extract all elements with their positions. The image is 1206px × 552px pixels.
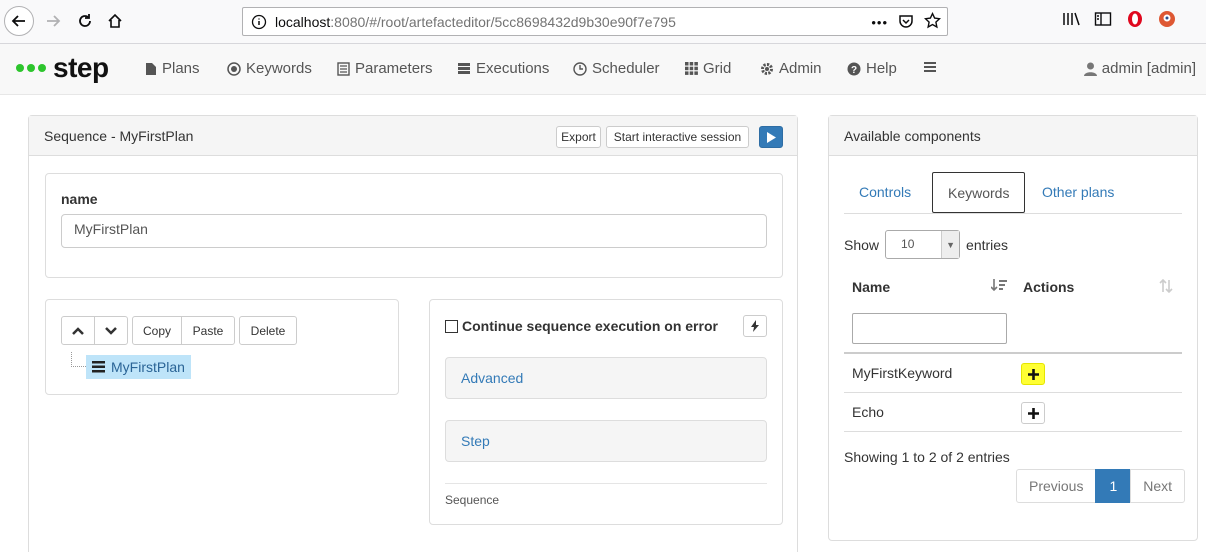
sort-both-icon[interactable] (1159, 278, 1173, 296)
forward-button[interactable] (38, 6, 68, 36)
dynamic-toggle-button[interactable] (743, 315, 767, 337)
name-section: name MyFirstPlan (45, 173, 783, 278)
chevron-up-icon (72, 326, 84, 335)
node-properties: Continue sequence execution on error Adv… (429, 299, 783, 525)
grid-icon (685, 62, 698, 75)
available-components-panel: Available components Controls Keywords O… (828, 115, 1198, 541)
record-icon (227, 61, 241, 76)
nav-parameters[interactable]: Parameters (337, 60, 433, 77)
previous-page-button[interactable]: Previous (1016, 469, 1097, 503)
step-logo[interactable]: step (16, 52, 109, 84)
plus-icon (1027, 407, 1039, 419)
question-sign-icon: ? (847, 62, 861, 76)
components-tabs: Controls Keywords Other plans (844, 172, 1182, 214)
paste-button[interactable]: Paste (181, 316, 235, 345)
menu-hamburger-icon[interactable] (923, 60, 937, 74)
library-icon[interactable] (1062, 11, 1080, 30)
keyword-name: Echo (852, 404, 884, 420)
tab-controls[interactable]: Controls (844, 172, 926, 214)
user-menu[interactable]: admin [admin] (1083, 60, 1196, 77)
table-row: Echo (844, 393, 1182, 432)
back-arrow-icon (11, 15, 25, 27)
move-down-button[interactable] (94, 316, 128, 345)
user-icon (1083, 62, 1097, 76)
flash-icon (751, 320, 759, 332)
list-alt-icon (337, 61, 350, 76)
export-button[interactable]: Export (556, 126, 601, 148)
start-interactive-session-button[interactable]: Start interactive session (606, 126, 749, 148)
table-row: MyFirstKeyword (844, 354, 1182, 393)
move-up-button[interactable] (61, 316, 95, 345)
components-title: Available components (829, 116, 1197, 156)
page-size-control: Show 10 ▼ entries (844, 230, 1008, 259)
nav-scheduler[interactable]: Scheduler (573, 60, 660, 77)
play-icon (767, 131, 776, 143)
app-navbar: step Plans Keywords Parameters Execution… (0, 44, 1206, 95)
back-button[interactable] (4, 6, 34, 36)
pagination: Previous 1 Next (1016, 469, 1186, 503)
continue-on-error-option[interactable]: Continue sequence execution on error (445, 318, 718, 334)
tab-other-plans[interactable]: Other plans (1027, 172, 1129, 214)
address-bar[interactable]: localhost:8080/#/root/artefacteditor/5cc… (242, 7, 948, 36)
page-actions-icon[interactable]: ••• (871, 15, 888, 30)
svg-text:?: ? (851, 65, 857, 76)
reload-button[interactable] (70, 6, 100, 36)
step-section[interactable]: Step (445, 420, 767, 462)
nav-executions[interactable]: Executions (457, 60, 549, 77)
pocket-icon[interactable] (898, 13, 914, 32)
plus-icon (1027, 368, 1039, 380)
plan-editor-panel: Sequence - MyFirstPlan Export Start inte… (28, 115, 798, 552)
plan-tree: Copy Paste Delete MyFirstPlan (45, 299, 399, 395)
name-filter-input[interactable] (852, 313, 1007, 344)
tree-connector (71, 352, 86, 367)
run-button[interactable] (759, 126, 783, 148)
name-input[interactable]: MyFirstPlan (61, 214, 767, 248)
add-keyword-button[interactable] (1021, 363, 1045, 385)
nav-plans[interactable]: Plans (145, 60, 200, 77)
page-size-select[interactable]: 10 ▼ (885, 230, 961, 259)
bookmark-star-icon[interactable] (923, 11, 942, 32)
browser-toolbar: localhost:8080/#/root/artefacteditor/5cc… (0, 0, 1206, 44)
url-text: localhost:8080/#/root/artefacteditor/5cc… (275, 14, 676, 30)
page-1-button[interactable]: 1 (1095, 469, 1132, 503)
delete-button[interactable]: Delete (239, 316, 297, 345)
info-icon[interactable] (251, 14, 267, 33)
reload-icon (79, 14, 91, 27)
opera-extension-icon[interactable] (1126, 10, 1144, 31)
copy-button[interactable]: Copy (132, 316, 182, 345)
add-keyword-button[interactable] (1021, 402, 1045, 424)
chevron-down-icon: ▼ (941, 231, 960, 258)
sort-desc-icon[interactable] (990, 279, 1007, 296)
tab-keywords[interactable]: Keywords (932, 172, 1026, 213)
tasks-icon (458, 63, 470, 74)
home-button[interactable] (100, 6, 130, 36)
nav-grid[interactable]: Grid (685, 60, 731, 77)
name-label: name (61, 191, 98, 207)
next-page-button[interactable]: Next (1130, 469, 1186, 503)
duckduckgo-extension-icon[interactable] (1158, 10, 1176, 31)
cog-icon (761, 62, 773, 75)
nav-admin[interactable]: Admin (760, 60, 822, 77)
logo-dots-icon (16, 64, 46, 72)
node-type-footer: Sequence (445, 483, 767, 507)
advanced-section[interactable]: Advanced (445, 357, 767, 399)
column-header-name[interactable]: Name (852, 279, 890, 295)
nav-keywords[interactable]: Keywords (227, 60, 312, 77)
clock-icon (573, 61, 587, 76)
home-icon (108, 13, 122, 28)
keyword-name: MyFirstKeyword (852, 365, 953, 381)
column-header-actions[interactable]: Actions (1023, 279, 1074, 295)
file-icon (146, 62, 156, 75)
sidebar-icon[interactable] (1094, 11, 1112, 30)
sequence-icon (92, 361, 105, 373)
forward-arrow-icon (47, 15, 61, 27)
tree-node-root[interactable]: MyFirstPlan (86, 355, 191, 379)
nav-help[interactable]: ? Help (847, 60, 897, 77)
chevron-down-icon (105, 326, 117, 335)
table-info: Showing 1 to 2 of 2 entries (844, 449, 1010, 465)
continue-on-error-checkbox[interactable] (445, 319, 458, 333)
